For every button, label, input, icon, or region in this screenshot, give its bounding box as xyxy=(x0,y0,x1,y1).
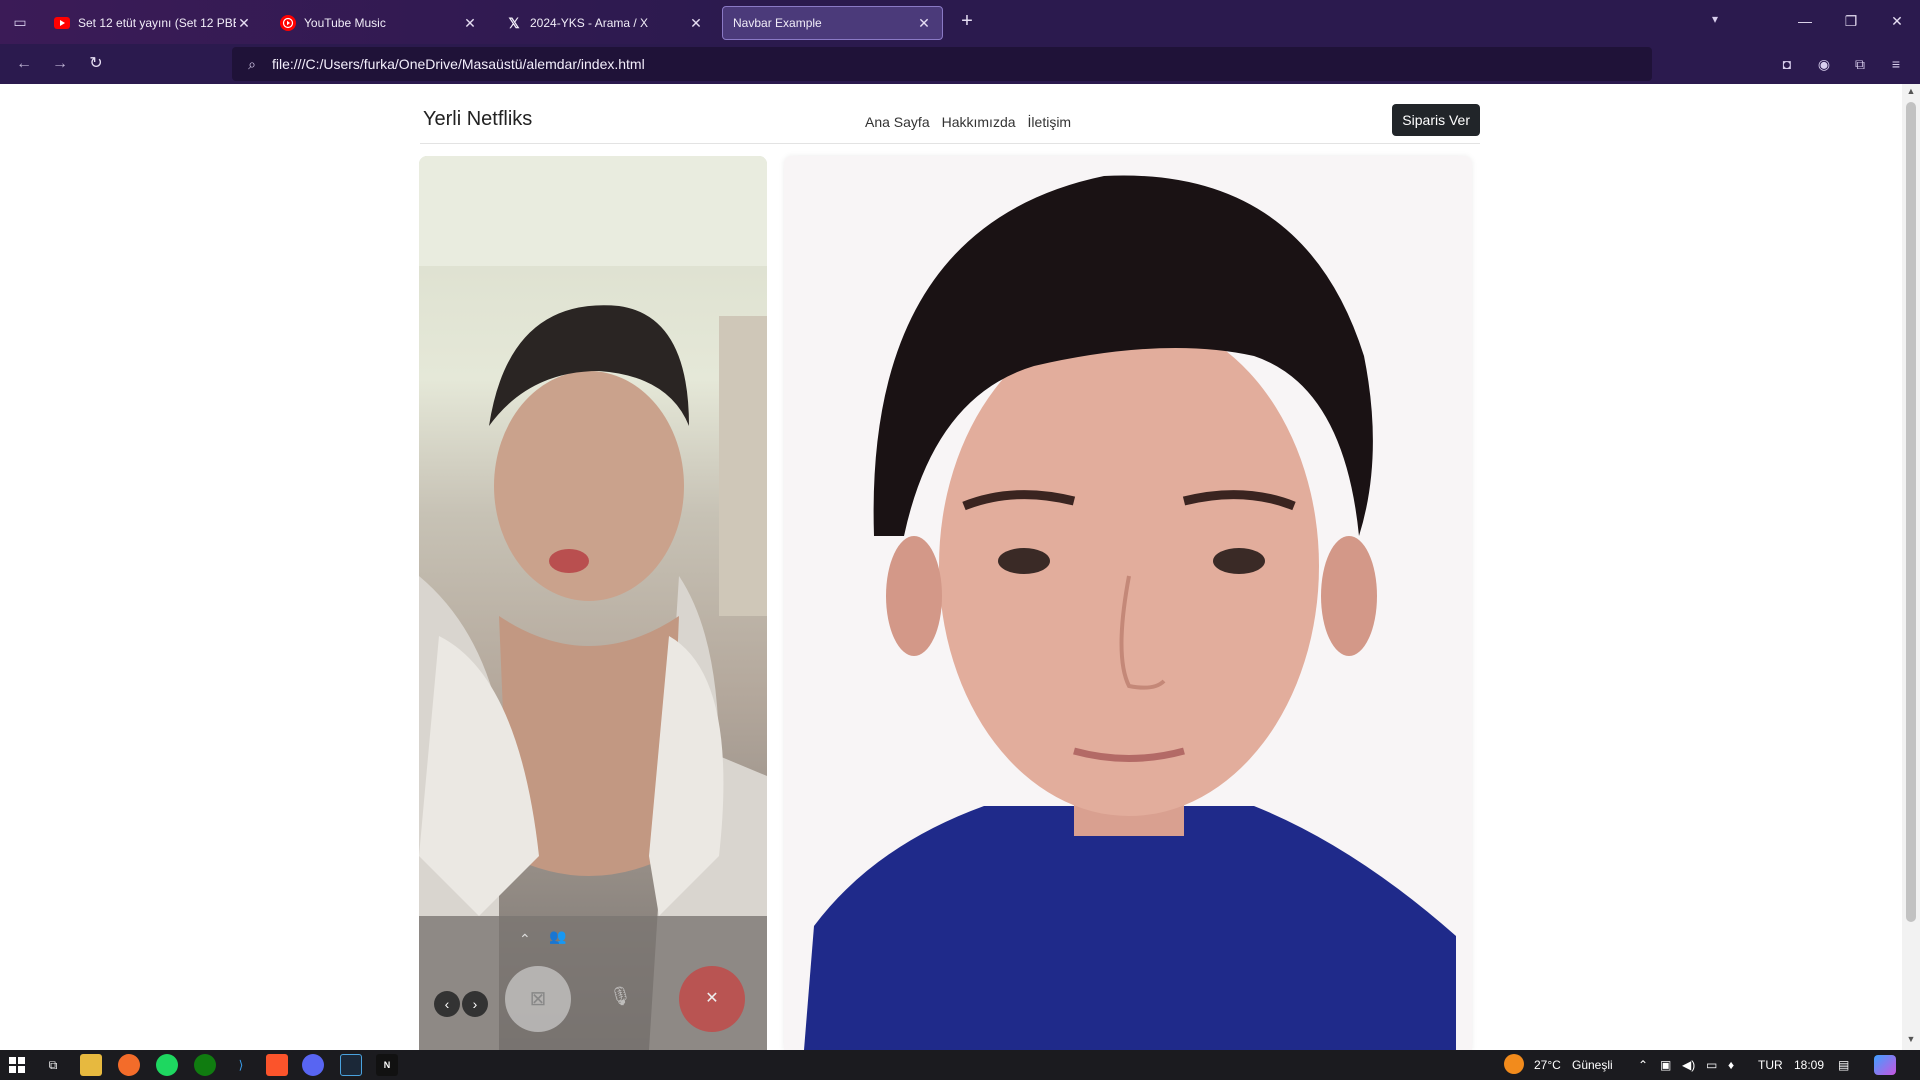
prev-arrow-icon[interactable]: ‹ xyxy=(434,991,460,1017)
firefox-icon[interactable] xyxy=(118,1054,140,1076)
spotify-icon[interactable] xyxy=(156,1054,178,1076)
new-tab-button[interactable]: + xyxy=(955,10,979,34)
show-hidden-icons[interactable]: ⌃ xyxy=(1638,1058,1648,1072)
tab-title: Navbar Example xyxy=(733,16,822,30)
network-icon[interactable]: ▭ xyxy=(1706,1058,1717,1072)
close-tab-icon[interactable]: ✕ xyxy=(916,15,932,32)
search-icon: ⌕ xyxy=(248,55,256,72)
task-view-icon[interactable]: ⧉ xyxy=(42,1054,64,1076)
pocket-icon[interactable]: ◘ xyxy=(1775,52,1799,76)
next-arrow-icon[interactable]: › xyxy=(462,991,488,1017)
volume-icon[interactable]: ◀) xyxy=(1682,1058,1695,1072)
chevron-up-icon[interactable]: ⌃ xyxy=(519,931,531,948)
chevron-down-icon[interactable]: ▾ xyxy=(1712,12,1718,26)
ntd-app-icon[interactable]: N xyxy=(376,1054,398,1076)
web-page: Yerli Netfliks Ana Sayfa Hakkımızda İlet… xyxy=(0,84,1920,1050)
reload-icon[interactable]: ↻ xyxy=(84,52,108,76)
forward-arrow-icon[interactable]: → xyxy=(48,52,72,76)
back-arrow-icon[interactable]: ← xyxy=(12,52,36,76)
microphone-tray-icon[interactable]: ♦ xyxy=(1728,1058,1734,1072)
menu-item-home[interactable]: Ana Sayfa xyxy=(865,114,930,130)
youtube-icon xyxy=(54,15,70,31)
menu-item-contact[interactable]: İletişim xyxy=(1028,114,1072,130)
url-bar[interactable]: ⌕ xyxy=(232,47,1652,81)
copilot-icon[interactable] xyxy=(1874,1055,1896,1075)
discord-icon[interactable] xyxy=(302,1054,324,1076)
menu-hamburger-icon[interactable]: ≡ xyxy=(1884,52,1908,76)
close-tab-icon[interactable]: ✕ xyxy=(688,15,704,32)
tab-navbar-example[interactable]: Navbar Example ✕ xyxy=(722,6,943,40)
extensions-icon[interactable]: ⧉ xyxy=(1848,52,1872,76)
page-scrollbar[interactable]: ▲ ▼ xyxy=(1902,84,1920,1050)
vscode-icon[interactable]: ⟩ xyxy=(230,1054,252,1076)
weather-sun-icon[interactable] xyxy=(1504,1054,1524,1074)
end-call-icon[interactable]: ✕ xyxy=(679,966,745,1032)
language-indicator[interactable]: TUR xyxy=(1758,1058,1783,1072)
close-tab-icon[interactable]: ✕ xyxy=(462,15,478,32)
site-menu: Ana Sayfa Hakkımızda İletişim xyxy=(865,114,1071,130)
scroll-down-icon[interactable]: ▼ xyxy=(1902,1034,1920,1048)
extension-globe-icon[interactable]: ◉ xyxy=(1812,52,1836,76)
menu-item-about[interactable]: Hakkımızda xyxy=(942,114,1016,130)
person-photo-illustration xyxy=(419,156,767,1050)
minimize-icon[interactable]: — xyxy=(1790,8,1820,34)
x-icon: 𝕏 xyxy=(508,14,520,31)
tab-title: Set 12 etüt yayını (Set 12 PBE y xyxy=(78,16,236,30)
steam-icon[interactable] xyxy=(340,1054,362,1076)
close-tab-icon[interactable]: ✕ xyxy=(236,15,252,32)
meet-now-icon[interactable]: ▣ xyxy=(1660,1058,1671,1072)
restore-icon[interactable]: ❐ xyxy=(1836,8,1866,34)
browser-toolbar: ← → ↻ ⌕ ◘ ◉ ⧉ ≡ xyxy=(0,44,1920,84)
people-icon[interactable]: 👥 xyxy=(549,928,566,945)
brave-icon[interactable] xyxy=(266,1054,288,1076)
portrait-illustration xyxy=(784,156,1472,1050)
clock[interactable]: 18:09 xyxy=(1794,1058,1824,1072)
photo-left: ⌃ 👥 ‹ › ⊠ 🎙 ✕ xyxy=(419,156,767,1050)
url-input[interactable] xyxy=(272,56,1572,72)
site-brand[interactable]: Yerli Netfliks xyxy=(423,108,532,131)
scroll-up-icon[interactable]: ▲ xyxy=(1902,86,1920,100)
tab-set12[interactable]: Set 12 etüt yayını (Set 12 PBE y ✕ xyxy=(44,6,262,40)
camera-off-icon[interactable]: ⊠ xyxy=(505,966,571,1032)
site-navbar: Yerli Netfliks Ana Sayfa Hakkımızda İlet… xyxy=(420,100,1480,144)
file-explorer-icon[interactable] xyxy=(80,1054,102,1076)
notifications-icon[interactable]: ▤ xyxy=(1838,1058,1849,1072)
weather-temp[interactable]: 27°C xyxy=(1534,1058,1561,1072)
order-button[interactable]: Siparis Ver xyxy=(1392,104,1480,136)
tab-x-search[interactable]: 𝕏 2024-YKS - Arama / X ✕ xyxy=(496,6,714,40)
scroll-thumb[interactable] xyxy=(1906,102,1916,922)
tab-bar: ▭ Set 12 etüt yayını (Set 12 PBE y ✕ You… xyxy=(0,0,1920,44)
xbox-icon[interactable] xyxy=(194,1054,216,1076)
microphone-icon[interactable]: 🎙 xyxy=(609,986,632,1007)
tab-list-icon[interactable]: ▭ xyxy=(8,10,32,34)
taskbar: ⧉ ⟩ N 27°C Güneşli ⌃ ▣ ◀) ▭ ♦ TUR 18:09 … xyxy=(0,1050,1920,1080)
windows-start-icon[interactable] xyxy=(6,1054,28,1076)
tab-youtube-music[interactable]: YouTube Music ✕ xyxy=(270,6,488,40)
tab-title: 2024-YKS - Arama / X xyxy=(530,16,649,30)
youtube-music-icon xyxy=(280,15,296,31)
photo-right xyxy=(784,156,1472,1050)
close-window-icon[interactable]: ✕ xyxy=(1882,8,1912,34)
tab-title: YouTube Music xyxy=(304,16,386,30)
weather-text[interactable]: Güneşli xyxy=(1572,1058,1613,1072)
